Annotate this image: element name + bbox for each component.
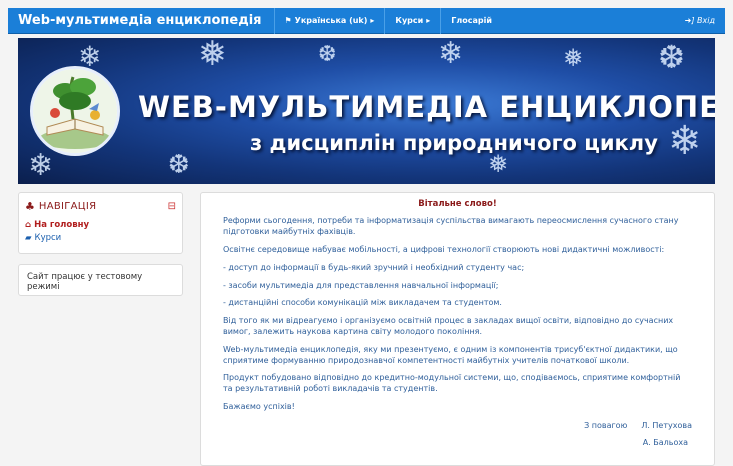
regards-text: З повагою — [584, 420, 628, 430]
welcome-paragraph: Web-мультимедіа енциклопедія, яку ми пре… — [223, 344, 678, 365]
caret-right-icon: ▸ — [370, 16, 375, 25]
nav-item-home-label: На головну — [34, 220, 90, 230]
welcome-paragraph: - засоби мультимедіа для представлення н… — [223, 280, 499, 290]
nav-item-home[interactable]: ⌂ На головну — [25, 220, 176, 230]
test-mode-notice: Сайт працює у тестовому режимі — [18, 264, 183, 296]
flag-icon: ⚑ — [284, 16, 292, 25]
welcome-paragraph: Від того як ми відреагуємо і організуємо… — [223, 316, 674, 337]
author-name: А. Бальоха — [642, 437, 688, 447]
nav-item-courses-label: Курси — [34, 233, 62, 243]
folder-icon: ▰ — [25, 233, 32, 243]
navigation-title: НАВІГАЦІЯ — [38, 201, 97, 212]
welcome-paragraph: - доступ до інформації в будь-який зручн… — [223, 262, 525, 272]
welcome-paragraph: Реформи сьогодення, потреби та інформати… — [223, 216, 679, 237]
site-brand[interactable]: Web-мультимедіа енциклопедія — [8, 13, 274, 28]
courses-menu[interactable]: Курси ▸ — [384, 7, 440, 34]
sitemap-icon: ♣ — [25, 200, 35, 213]
navigation-header: ♣ НАВІГАЦІЯ ⊟ — [25, 200, 176, 213]
book-nature-icon — [33, 69, 117, 153]
glossary-label: Глосарій — [451, 16, 492, 25]
banner-subtitle: з дисциплін природничого циклу — [250, 131, 658, 155]
snowflake-icon: ❄ — [438, 38, 464, 71]
snowflake-icon: ❆ — [318, 42, 337, 67]
snowflake-icon: ❅ — [563, 44, 584, 72]
top-navbar: Web-мультимедіа енциклопедія ⚑ Українськ… — [8, 7, 725, 34]
site-banner: ❄ ❅ ❆ ❄ ❅ ❆ ❄ ❆ ❅ ❄ WEB-МУЛЬТИМЕДІА ЕНЦИ… — [18, 38, 715, 184]
site-logo — [30, 66, 120, 156]
snowflake-icon: ❆ — [168, 150, 190, 180]
banner-title: WEB-МУЛЬТИМЕДІА ЕНЦИКЛОПЕДІЯ — [138, 90, 715, 124]
author-name: Л. Петухова — [641, 420, 692, 430]
language-label: Українська (uk) — [294, 16, 368, 25]
snowflake-icon: ❄ — [668, 118, 702, 164]
caret-right-icon: ▸ — [426, 16, 431, 25]
home-icon: ⌂ — [25, 220, 32, 230]
snowflake-icon: ❅ — [198, 38, 227, 74]
snowflake-icon: ❆ — [658, 38, 685, 76]
signature-line: З повагою Л. Петухова — [223, 421, 692, 432]
nav-item-courses[interactable]: ▰ Курси — [25, 233, 176, 243]
login-label: Вхід — [697, 16, 715, 25]
welcome-paragraph: Бажаємо успіхів! — [223, 402, 295, 412]
snowflake-icon: ❄ — [28, 148, 54, 183]
welcome-paragraph: Освітнє середовище набуває мобільності, … — [223, 245, 665, 255]
test-mode-text: Сайт працює у тестовому режимі — [27, 272, 143, 292]
collapse-icon[interactable]: ⊟ — [168, 201, 176, 212]
login-link[interactable]: ➜] Вхід — [685, 16, 725, 25]
courses-menu-label: Курси — [395, 16, 424, 25]
glossary-link[interactable]: Глосарій — [440, 7, 502, 34]
login-icon: ➜] — [684, 16, 695, 25]
language-menu[interactable]: ⚑ Українська (uk) ▸ — [273, 7, 385, 34]
welcome-paragraph: - дистанційні способи комунікацій між ви… — [223, 298, 502, 308]
welcome-title: Вітальне слово! — [418, 199, 497, 209]
navigation-block: ♣ НАВІГАЦІЯ ⊟ ⌂ На головну ▰ Курси — [18, 192, 183, 254]
welcome-block: Вітальне слово! Реформи сьогодення, потр… — [200, 192, 715, 466]
welcome-paragraph: Продукт побудовано відповідно до кредитн… — [223, 373, 681, 394]
